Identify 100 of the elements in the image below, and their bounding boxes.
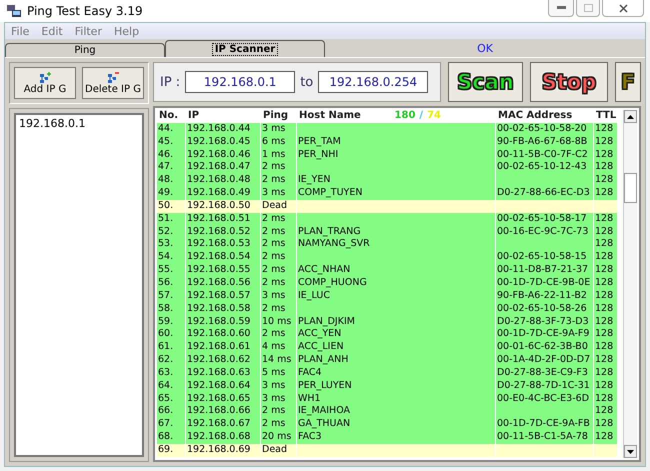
scroll-thumb[interactable]: [624, 173, 637, 203]
host-name-cell: FAC4: [297, 366, 495, 380]
ttl-cell: 128: [594, 212, 617, 226]
host-name-cell: IE_LUC: [297, 290, 495, 303]
mac-address-cell: 00-02-65-10-58-15: [496, 251, 593, 264]
ip-cell: 192.168.0.54: [186, 251, 260, 264]
column-header[interactable]: No.: [157, 110, 185, 123]
network-add-icon: [39, 72, 51, 84]
column-header[interactable]: TTL: [594, 110, 617, 123]
ip-cell: 192.168.0.61: [186, 341, 260, 354]
host-name-cell: GA_THUAN: [297, 418, 495, 432]
mac-address-cell: 00-11-5B-C0-7F-C2: [496, 148, 593, 162]
ttl-cell: 128: [594, 418, 617, 432]
minimize-icon: [556, 6, 566, 10]
host-name-cell: IE_YEN: [297, 174, 495, 188]
row-number-cell: 61.: [157, 341, 185, 354]
ping-cell: 2 ms: [261, 161, 296, 174]
mac-address-cell: 00-02-65-10-12-43: [496, 161, 593, 174]
ip-cell: 192.168.0.60: [186, 328, 260, 342]
ip-cell: 192.168.0.63: [186, 366, 260, 380]
mac-address-cell: 00-11-5B-C1-5A-78: [496, 431, 593, 444]
row-number-cell: 48.: [157, 174, 185, 188]
ip-cell: 192.168.0.51: [186, 212, 260, 226]
tab[interactable]: Ping: [5, 43, 165, 57]
column-header[interactable]: IP: [186, 110, 260, 123]
host-name-cell: ACC_NHAN: [297, 264, 495, 277]
ttl-cell: 128: [594, 187, 617, 200]
ping-cell: 3 ms: [261, 122, 296, 136]
ip-cell: 192.168.0.50: [186, 200, 260, 213]
mac-address-cell: 00-11-D8-B7-21-37: [496, 264, 593, 277]
ip-cell: 192.168.0.64: [186, 380, 260, 393]
column-header[interactable]: MAC Address: [496, 110, 593, 123]
ip-cell: 192.168.0.44: [186, 122, 260, 136]
row-number-cell: 65.: [157, 392, 185, 406]
ttl-cell: 128: [594, 366, 617, 380]
row-number-cell: 54.: [157, 251, 185, 264]
scrollbar[interactable]: [623, 110, 637, 458]
menu-item[interactable]: Help: [114, 24, 140, 38]
row-number-cell: 69.: [157, 444, 185, 457]
mac-address-cell: 00-1D-7D-CE-9B-0E: [496, 276, 593, 290]
ttl-cell: 128: [594, 392, 617, 406]
host-name-cell: IE_MAIHOA: [297, 405, 495, 418]
ttl-cell: 128: [594, 161, 617, 174]
start-ip-field[interactable]: 192.168.0.1: [185, 71, 296, 93]
delete-group-button[interactable]: Delete IP G: [82, 67, 144, 99]
row-number-cell: 47.: [157, 161, 185, 174]
host-name-cell: COMP_TUYEN: [297, 187, 495, 200]
scroll-down-icon: [627, 450, 634, 454]
mac-address-cell: D0-27-88-3E-C9-F3: [496, 366, 593, 380]
ping-cell: Dead: [261, 444, 296, 457]
host-name-cell: PER_LUYEN: [297, 380, 495, 393]
column-header[interactable]: Host Name: [297, 110, 361, 123]
ttl-cell: 128: [594, 328, 617, 342]
menu-item[interactable]: Edit: [41, 24, 63, 38]
filter-button[interactable]: F: [615, 62, 641, 102]
mac-address-cell: 00-02-65-10-58-17: [496, 212, 593, 226]
ttl-cell: 128: [594, 276, 617, 290]
mac-address-cell: 00-02-65-10-58-20: [496, 122, 593, 136]
tab[interactable]: IP Scanner: [165, 40, 325, 57]
ping-cell: 4 ms: [261, 341, 296, 354]
ttl-cell: 128: [594, 174, 617, 188]
ping-cell: 3 ms: [261, 380, 296, 393]
column-header[interactable]: Ping: [261, 110, 296, 123]
add-group-button[interactable]: Add IP G: [14, 67, 76, 99]
ttl-cell: [594, 444, 617, 457]
dead-count: 74: [427, 110, 441, 123]
row-number-cell: 57.: [157, 290, 185, 303]
mac-address-cell: 00-02-65-10-58-26: [496, 302, 593, 316]
row-number-cell: 64.: [157, 380, 185, 393]
ip-cell: 192.168.0.66: [186, 405, 260, 418]
menu-item[interactable]: Filter: [74, 24, 102, 38]
mac-address-cell: 00-01-6C-62-3B-B0: [496, 341, 593, 354]
ping-cell: 2 ms: [261, 212, 296, 226]
row-number-cell: 53.: [157, 238, 185, 252]
ping-cell: Dead: [261, 200, 296, 213]
mac-address-cell: D0-27-88-3F-73-D3: [496, 316, 593, 328]
ping-cell: 2 ms: [261, 328, 296, 342]
ping-cell: 3 ms: [261, 187, 296, 200]
ip-cell: 192.168.0.49: [186, 187, 260, 200]
ping-cell: 2 ms: [261, 302, 296, 316]
host-name-cell: NAMYANG_SVR: [297, 238, 495, 252]
ping-cell: 3 ms: [261, 290, 296, 303]
ip-cell: 192.168.0.53: [186, 238, 260, 252]
count-separator: /: [419, 110, 424, 123]
end-ip-field[interactable]: 192.168.0.254: [318, 71, 428, 93]
ping-cell: 14 ms: [261, 354, 296, 367]
row-number-cell: 49.: [157, 187, 185, 200]
ping-cell: 2 ms: [261, 418, 296, 432]
window-title: Ping Test Easy 3.19: [27, 4, 144, 18]
ttl-cell: 128: [594, 136, 617, 149]
mac-address-cell: 90-FB-A6-67-68-8B: [496, 136, 593, 149]
network-remove-icon: [107, 72, 119, 84]
menu-item[interactable]: File: [11, 24, 30, 38]
ip-cell: 192.168.0.68: [186, 431, 260, 444]
minimize-button[interactable]: [548, 0, 574, 17]
close-button[interactable]: [602, 0, 644, 17]
mac-address-cell: 00-E0-4C-BC-E3-6D: [496, 392, 593, 406]
ttl-cell: 128: [594, 380, 617, 393]
ip-cell: 192.168.0.52: [186, 226, 260, 238]
ip-group-item[interactable]: 192.168.0.1: [19, 117, 139, 130]
